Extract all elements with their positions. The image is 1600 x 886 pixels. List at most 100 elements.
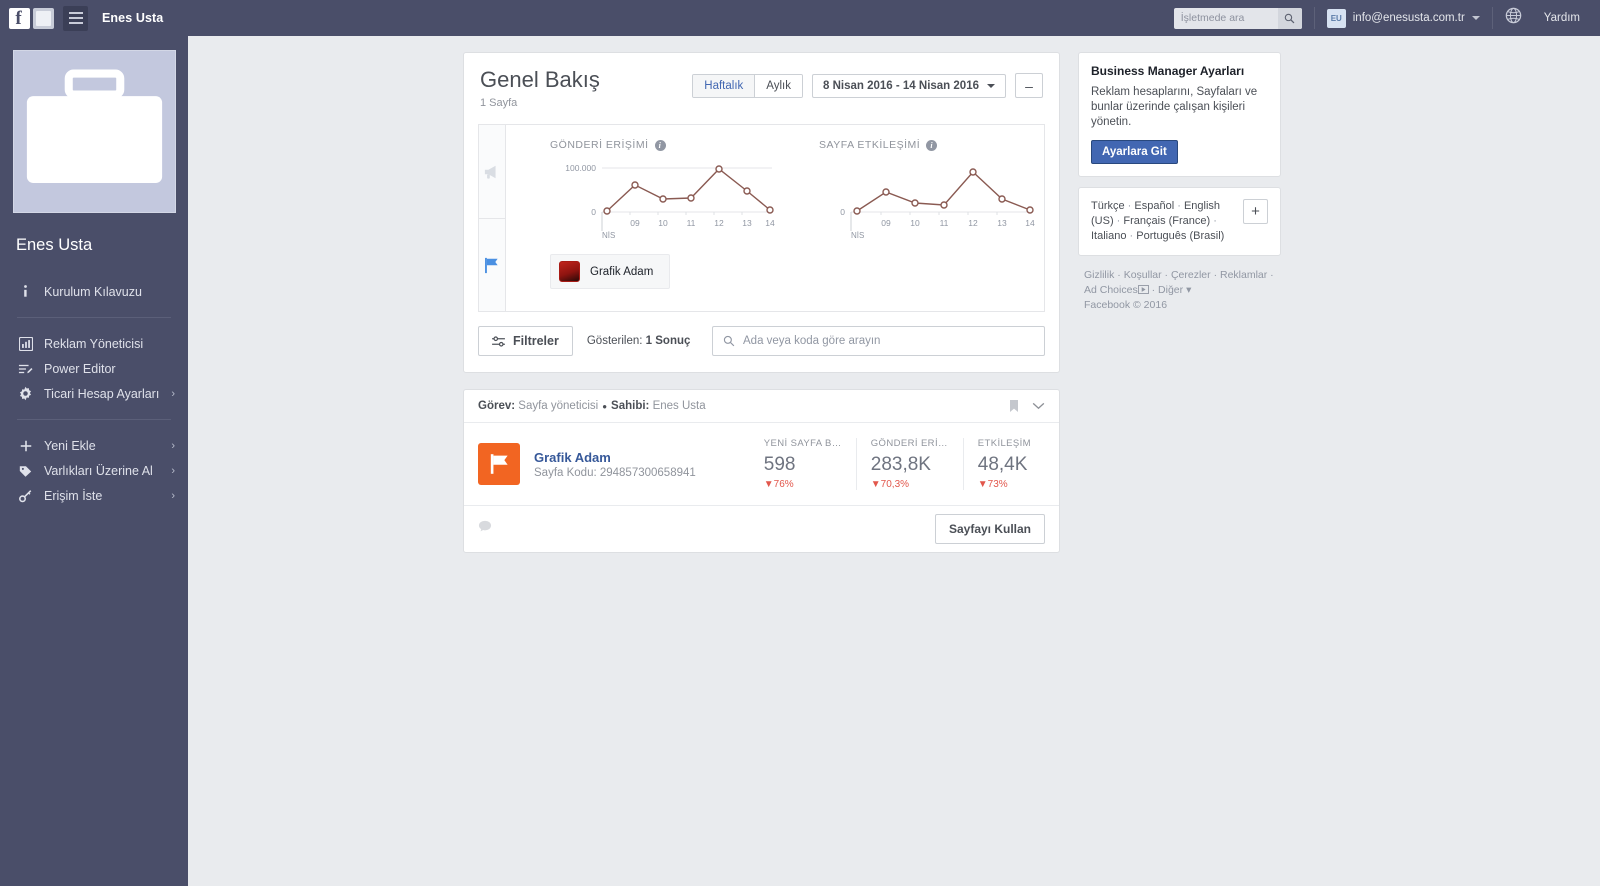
tab-haftalik[interactable]: Haftalık (693, 74, 755, 97)
facebook-logo-icon[interactable]: f (9, 7, 30, 29)
owner-value: Enes Usta (652, 400, 706, 412)
business-thumbnail[interactable] (12, 50, 176, 213)
chevron-right-icon: › (171, 387, 175, 400)
copyright-label: Facebook © 2016 (1084, 299, 1168, 311)
tag-icon (17, 464, 34, 478)
language-card: Türkçe · Español · English (US) · França… (1078, 187, 1281, 256)
collapse-button[interactable]: – (1015, 73, 1043, 98)
chart-1-xtick: 14 (765, 218, 775, 228)
settings-card-description: Reklam hesaplarını, Sayfaları ve bunlar … (1091, 86, 1258, 128)
sidebar-item-label: Reklam Yöneticisi (44, 336, 144, 351)
info-icon[interactable]: i (654, 139, 666, 151)
owner-key: Sahibi: (611, 400, 650, 412)
sidebar-item-reklam-yoneticisi[interactable]: Reklam Yöneticisi (0, 331, 188, 356)
comment-icon[interactable] (478, 520, 492, 538)
settings-card-title: Business Manager Ayarları (1091, 64, 1245, 78)
divider (1313, 7, 1315, 29)
page-avatar[interactable] (478, 443, 520, 485)
rail-item-ad-accounts[interactable] (479, 125, 505, 218)
metric-label: GÖNDERİ ERİŞ... (870, 438, 949, 449)
language-link-portugues[interactable]: Português (Brasil) (1136, 230, 1224, 242)
chart-2-xtick: 11 (940, 218, 949, 228)
search-input[interactable] (1173, 12, 1274, 24)
footer-link-reklamlar[interactable]: Reklamlar (1220, 269, 1267, 281)
user-account-menu[interactable]: EU info@enesusta.com.tr (1326, 8, 1480, 28)
footer-link-gizlilik[interactable]: Gizlilik (1084, 269, 1114, 281)
filter-row: Filtreler Gösterilen: 1 Sonuç (478, 326, 1045, 356)
chart-1-xlabel: NİS (602, 231, 615, 239)
menu-toggle-button[interactable] (63, 5, 88, 31)
rail-item-pages[interactable] (479, 218, 505, 311)
role-key: Görev: (478, 400, 516, 412)
business-search[interactable] (1173, 7, 1302, 29)
flag-icon (485, 257, 498, 273)
table-row: Grafik Adam Sayfa Kodu: 294857300658941 … (464, 423, 1059, 505)
use-page-button[interactable]: Sayfayı Kullan (934, 514, 1045, 544)
chart-2-title: SAYFA ETKİLEŞİMİ (819, 139, 921, 151)
bullet-separator: ● (602, 401, 608, 411)
arrow-down-icon: ▼ (870, 479, 881, 490)
chart-2-xtick: 12 (968, 218, 978, 228)
add-language-button[interactable]: + (1243, 199, 1268, 224)
footer-link-cerezler[interactable]: Çerezler (1171, 269, 1211, 281)
metric-value: 598 (763, 454, 796, 475)
sidebar-item-kurulum-kilavuzu[interactable]: Kurulum Kılavuzu (0, 279, 188, 304)
chart-gonderi-erisimi: GÖNDERİ ERİŞİMİ i 100.000 0 09 10 11 12 … (506, 139, 775, 244)
date-range-selector[interactable]: 8 Nisan 2016 - 14 Nisan 2016 (812, 73, 1006, 98)
divider (17, 419, 171, 420)
filters-button[interactable]: Filtreler (478, 326, 573, 356)
key-icon (17, 489, 34, 503)
page-name-link[interactable]: Grafik Adam (534, 450, 696, 465)
sidebar-item-power-editor[interactable]: Power Editor (0, 356, 188, 381)
sidebar-item-ticari-hesap-ayarlari[interactable]: Ticari Hesap Ayarları › (0, 381, 188, 406)
bookmark-icon[interactable] (1009, 399, 1019, 413)
chevron-down-icon (987, 83, 995, 88)
overview-controls: Haftalık Aylık 8 Nisan 2016 - 14 Nisan 2… (692, 67, 1043, 98)
search-submit-button[interactable] (1277, 7, 1302, 29)
result-count-value: 1 Sonuç (645, 335, 691, 347)
chart-2-xtick: 09 (881, 218, 891, 228)
footer-link-diger[interactable]: Diğer (1158, 284, 1183, 296)
language-link-francais[interactable]: Français (France) (1123, 215, 1210, 227)
globe-icon[interactable] (1505, 7, 1522, 29)
footer-link-ad-choices[interactable]: Ad Choices (1084, 284, 1138, 296)
language-link-espanol[interactable]: Español (1134, 200, 1174, 212)
page-info: Grafik Adam Sayfa Kodu: 294857300658941 (534, 450, 696, 479)
metrics-group: YENİ SAYFA BEĞ... 598 ▼76% GÖNDERİ ERİŞ.… (750, 438, 1045, 490)
chevron-down-icon[interactable] (1032, 402, 1045, 410)
chevron-right-icon: › (171, 439, 175, 452)
sidebar-item-label: Varlıkları Üzerine Al (44, 463, 153, 478)
header-actions (1009, 399, 1045, 413)
metric-value: 48,4K (977, 454, 1028, 475)
result-search[interactable] (712, 326, 1045, 356)
gear-icon (17, 386, 34, 401)
help-link[interactable]: Yardım (1544, 12, 1580, 24)
chart-legend-item[interactable]: Grafik Adam (550, 254, 671, 289)
sidebar-item-erisim-iste[interactable]: Erişim İste › (0, 483, 188, 508)
app-title: Enes Usta (102, 11, 164, 25)
footer-links: Gizlilik · Koşullar · Çerezler · Reklaml… (1084, 269, 1274, 311)
language-link-turkce[interactable]: Türkçe (1091, 200, 1125, 212)
sidebar-item-yeni-ekle[interactable]: Yeni Ekle › (0, 433, 188, 458)
edit-list-icon (17, 362, 34, 376)
chart-2-xlabel: NİS (851, 231, 864, 239)
search-icon (723, 335, 735, 347)
chart-sayfa-etkilesimi: SAYFA ETKİLEŞİMİ i 0 09 10 11 12 13 14 N… (775, 139, 1044, 244)
metric-post-reach: GÖNDERİ ERİŞ... 283,8K ▼70,3% (855, 438, 963, 490)
go-to-settings-button[interactable]: Ayarlara Git (1091, 140, 1178, 164)
divider (17, 317, 171, 318)
overview-header: Genel Bakış 1 Sayfa Haftalık Aylık 8 Nis… (464, 53, 1059, 109)
sidebar-item-varliklari-uzerine-al[interactable]: Varlıkları Üzerine Al › (0, 458, 188, 483)
info-icon (17, 284, 34, 299)
result-count-prefix: Gösterilen: (586, 335, 643, 347)
business-manager-logo-icon[interactable] (33, 7, 54, 29)
info-icon[interactable]: i (926, 139, 938, 151)
filters-label: Filtreler (513, 334, 559, 348)
footer-link-kosullar[interactable]: Koşullar (1124, 269, 1162, 281)
language-link-italiano[interactable]: Italiano (1091, 230, 1126, 242)
result-search-input[interactable] (743, 335, 1034, 347)
chart-2-xtick: 13 (997, 218, 1007, 228)
chart-1-xtick: 09 (630, 218, 640, 228)
tab-aylik[interactable]: Aylık (754, 74, 802, 97)
business-name-label: Enes Usta (16, 236, 93, 254)
